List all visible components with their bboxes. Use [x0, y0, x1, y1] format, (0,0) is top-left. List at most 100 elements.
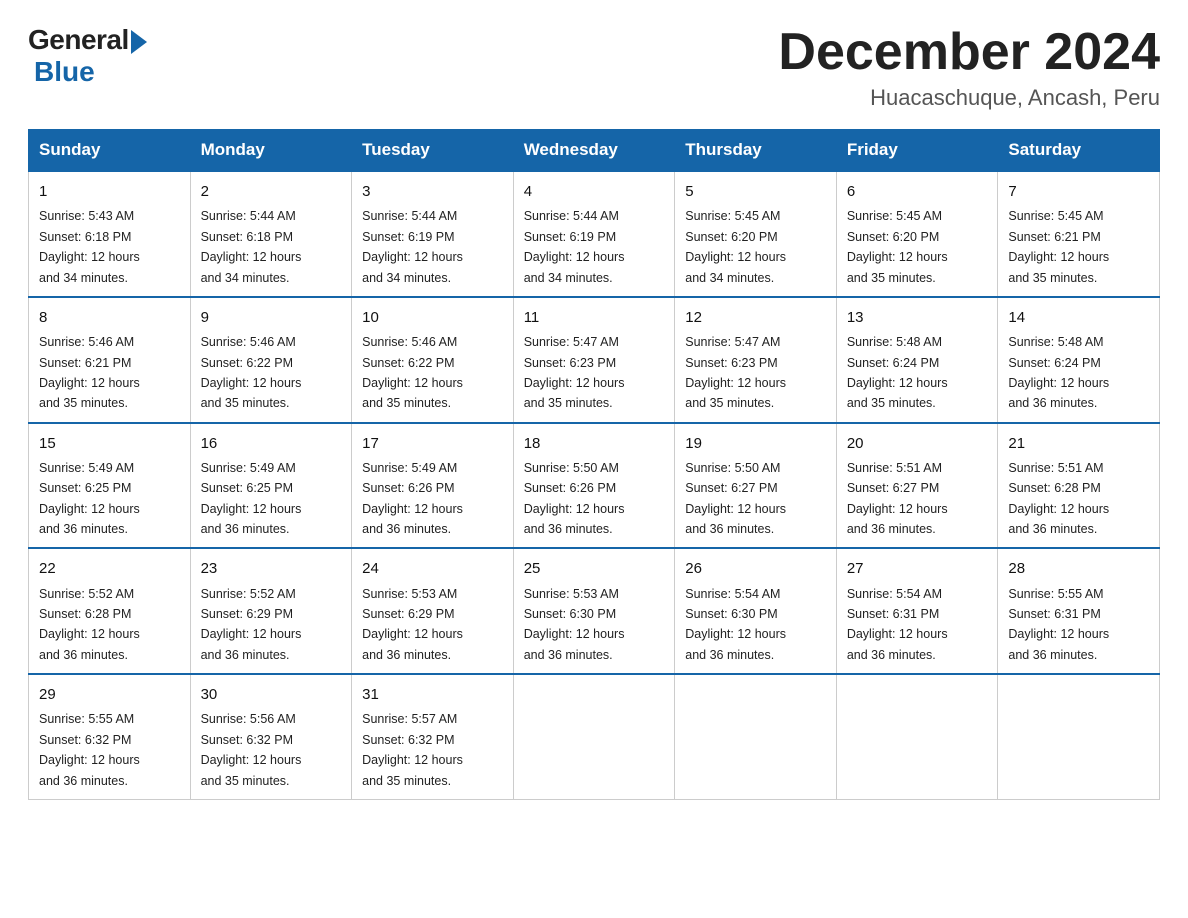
calendar-cell — [513, 674, 675, 799]
calendar-cell: 21Sunrise: 5:51 AMSunset: 6:28 PMDayligh… — [998, 423, 1160, 549]
calendar-cell: 23 Sunrise: 5:52 AMSunset: 6:29 PMDayligh… — [190, 548, 352, 674]
day-info: Sunrise: 5:57 AMSunset: 6:32 PMDaylight:… — [362, 712, 463, 787]
calendar-cell: 26 Sunrise: 5:54 AMSunset: 6:30 PMDayligh… — [675, 548, 837, 674]
day-number: 2 — [201, 180, 342, 203]
calendar-cell: 24Sunrise: 5:53 AMSunset: 6:29 PMDayligh… — [352, 548, 514, 674]
day-info: Sunrise: 5:56 AMSunset: 6:32 PMDaylight:… — [201, 712, 302, 787]
calendar-table: SundayMondayTuesdayWednesdayThursdayFrid… — [28, 129, 1160, 800]
day-number: 10 — [362, 306, 503, 329]
day-number: 4 — [524, 180, 665, 203]
day-number: 16 — [201, 432, 342, 455]
day-info: Sunrise: 5:52 AMSunset: 6:29 PMDaylight:… — [201, 587, 302, 662]
day-number: 18 — [524, 432, 665, 455]
day-info: Sunrise: 5:47 AMSunset: 6:23 PMDaylight:… — [685, 335, 786, 410]
calendar-cell: 6Sunrise: 5:45 AMSunset: 6:20 PMDaylight… — [836, 171, 998, 297]
calendar-cell: 11Sunrise: 5:47 AMSunset: 6:23 PMDayligh… — [513, 297, 675, 423]
day-info: Sunrise: 5:51 AMSunset: 6:27 PMDaylight:… — [847, 461, 948, 536]
header-day-saturday: Saturday — [998, 130, 1160, 172]
day-number: 22 — [39, 557, 180, 580]
day-number: 5 — [685, 180, 826, 203]
calendar-week-row: 15 Sunrise: 5:49 AMSunset: 6:25 PMDayligh… — [29, 423, 1160, 549]
location-subtitle: Huacaschuque, Ancash, Peru — [778, 85, 1160, 111]
page-header: General Blue December 2024 Huacaschuque,… — [28, 24, 1160, 111]
day-number: 20 — [847, 432, 988, 455]
day-info: Sunrise: 5:49 AMSunset: 6:25 PMDaylight:… — [201, 461, 302, 536]
day-info: Sunrise: 5:47 AMSunset: 6:23 PMDaylight:… — [524, 335, 625, 410]
day-info: Sunrise: 5:50 AMSunset: 6:26 PMDaylight:… — [524, 461, 625, 536]
day-number: 1 — [39, 180, 180, 203]
day-info: Sunrise: 5:44 AMSunset: 6:18 PMDaylight:… — [201, 209, 302, 284]
calendar-week-row: 29Sunrise: 5:55 AMSunset: 6:32 PMDayligh… — [29, 674, 1160, 799]
day-info: Sunrise: 5:44 AMSunset: 6:19 PMDaylight:… — [362, 209, 463, 284]
day-number: 31 — [362, 683, 503, 706]
header-day-tuesday: Tuesday — [352, 130, 514, 172]
calendar-cell: 30 Sunrise: 5:56 AMSunset: 6:32 PMDayligh… — [190, 674, 352, 799]
day-number: 19 — [685, 432, 826, 455]
calendar-week-row: 8 Sunrise: 5:46 AMSunset: 6:21 PMDaylight… — [29, 297, 1160, 423]
calendar-cell: 2 Sunrise: 5:44 AMSunset: 6:18 PMDaylight… — [190, 171, 352, 297]
day-number: 9 — [201, 306, 342, 329]
day-info: Sunrise: 5:55 AMSunset: 6:31 PMDaylight:… — [1008, 587, 1109, 662]
calendar-cell: 17 Sunrise: 5:49 AMSunset: 6:26 PMDayligh… — [352, 423, 514, 549]
day-info: Sunrise: 5:53 AMSunset: 6:29 PMDaylight:… — [362, 587, 463, 662]
header-day-friday: Friday — [836, 130, 998, 172]
day-info: Sunrise: 5:43 AMSunset: 6:18 PMDaylight:… — [39, 209, 140, 284]
day-number: 28 — [1008, 557, 1149, 580]
logo-blue-text: Blue — [34, 56, 95, 88]
day-number: 15 — [39, 432, 180, 455]
calendar-cell: 5 Sunrise: 5:45 AMSunset: 6:20 PMDaylight… — [675, 171, 837, 297]
calendar-cell: 14 Sunrise: 5:48 AMSunset: 6:24 PMDayligh… — [998, 297, 1160, 423]
day-info: Sunrise: 5:45 AMSunset: 6:20 PMDaylight:… — [685, 209, 786, 284]
calendar-cell: 20 Sunrise: 5:51 AMSunset: 6:27 PMDayligh… — [836, 423, 998, 549]
day-info: Sunrise: 5:49 AMSunset: 6:25 PMDaylight:… — [39, 461, 140, 536]
calendar-cell — [998, 674, 1160, 799]
day-info: Sunrise: 5:49 AMSunset: 6:26 PMDaylight:… — [362, 461, 463, 536]
calendar-week-row: 1 Sunrise: 5:43 AMSunset: 6:18 PMDaylight… — [29, 171, 1160, 297]
calendar-cell: 31 Sunrise: 5:57 AMSunset: 6:32 PMDayligh… — [352, 674, 514, 799]
day-number: 14 — [1008, 306, 1149, 329]
day-number: 7 — [1008, 180, 1149, 203]
logo-arrow-icon — [131, 30, 147, 54]
calendar-cell: 16 Sunrise: 5:49 AMSunset: 6:25 PMDayligh… — [190, 423, 352, 549]
logo: General Blue — [28, 24, 147, 88]
calendar-header-row: SundayMondayTuesdayWednesdayThursdayFrid… — [29, 130, 1160, 172]
calendar-cell: 29Sunrise: 5:55 AMSunset: 6:32 PMDayligh… — [29, 674, 191, 799]
day-number: 30 — [201, 683, 342, 706]
day-info: Sunrise: 5:48 AMSunset: 6:24 PMDaylight:… — [847, 335, 948, 410]
day-number: 23 — [201, 557, 342, 580]
calendar-cell: 7 Sunrise: 5:45 AMSunset: 6:21 PMDaylight… — [998, 171, 1160, 297]
calendar-cell: 10Sunrise: 5:46 AMSunset: 6:22 PMDayligh… — [352, 297, 514, 423]
title-block: December 2024 Huacaschuque, Ancash, Peru — [778, 24, 1160, 111]
day-number: 17 — [362, 432, 503, 455]
calendar-week-row: 22 Sunrise: 5:52 AMSunset: 6:28 PMDayligh… — [29, 548, 1160, 674]
day-number: 13 — [847, 306, 988, 329]
calendar-cell: 28 Sunrise: 5:55 AMSunset: 6:31 PMDayligh… — [998, 548, 1160, 674]
calendar-cell: 15 Sunrise: 5:49 AMSunset: 6:25 PMDayligh… — [29, 423, 191, 549]
calendar-cell: 19 Sunrise: 5:50 AMSunset: 6:27 PMDayligh… — [675, 423, 837, 549]
month-year-title: December 2024 — [778, 24, 1160, 81]
day-info: Sunrise: 5:54 AMSunset: 6:30 PMDaylight:… — [685, 587, 786, 662]
day-info: Sunrise: 5:52 AMSunset: 6:28 PMDaylight:… — [39, 587, 140, 662]
calendar-cell: 8 Sunrise: 5:46 AMSunset: 6:21 PMDaylight… — [29, 297, 191, 423]
calendar-cell: 1 Sunrise: 5:43 AMSunset: 6:18 PMDaylight… — [29, 171, 191, 297]
calendar-cell: 27Sunrise: 5:54 AMSunset: 6:31 PMDayligh… — [836, 548, 998, 674]
day-info: Sunrise: 5:46 AMSunset: 6:22 PMDaylight:… — [201, 335, 302, 410]
day-info: Sunrise: 5:44 AMSunset: 6:19 PMDaylight:… — [524, 209, 625, 284]
day-number: 8 — [39, 306, 180, 329]
day-number: 6 — [847, 180, 988, 203]
calendar-cell — [836, 674, 998, 799]
header-day-monday: Monday — [190, 130, 352, 172]
day-info: Sunrise: 5:45 AMSunset: 6:21 PMDaylight:… — [1008, 209, 1109, 284]
day-number: 21 — [1008, 432, 1149, 455]
day-info: Sunrise: 5:50 AMSunset: 6:27 PMDaylight:… — [685, 461, 786, 536]
day-number: 26 — [685, 557, 826, 580]
calendar-cell: 13 Sunrise: 5:48 AMSunset: 6:24 PMDayligh… — [836, 297, 998, 423]
day-number: 12 — [685, 306, 826, 329]
day-info: Sunrise: 5:46 AMSunset: 6:21 PMDaylight:… — [39, 335, 140, 410]
calendar-cell: 9 Sunrise: 5:46 AMSunset: 6:22 PMDaylight… — [190, 297, 352, 423]
calendar-cell: 18 Sunrise: 5:50 AMSunset: 6:26 PMDayligh… — [513, 423, 675, 549]
calendar-cell: 25Sunrise: 5:53 AMSunset: 6:30 PMDayligh… — [513, 548, 675, 674]
day-info: Sunrise: 5:53 AMSunset: 6:30 PMDaylight:… — [524, 587, 625, 662]
day-info: Sunrise: 5:48 AMSunset: 6:24 PMDaylight:… — [1008, 335, 1109, 410]
header-day-sunday: Sunday — [29, 130, 191, 172]
